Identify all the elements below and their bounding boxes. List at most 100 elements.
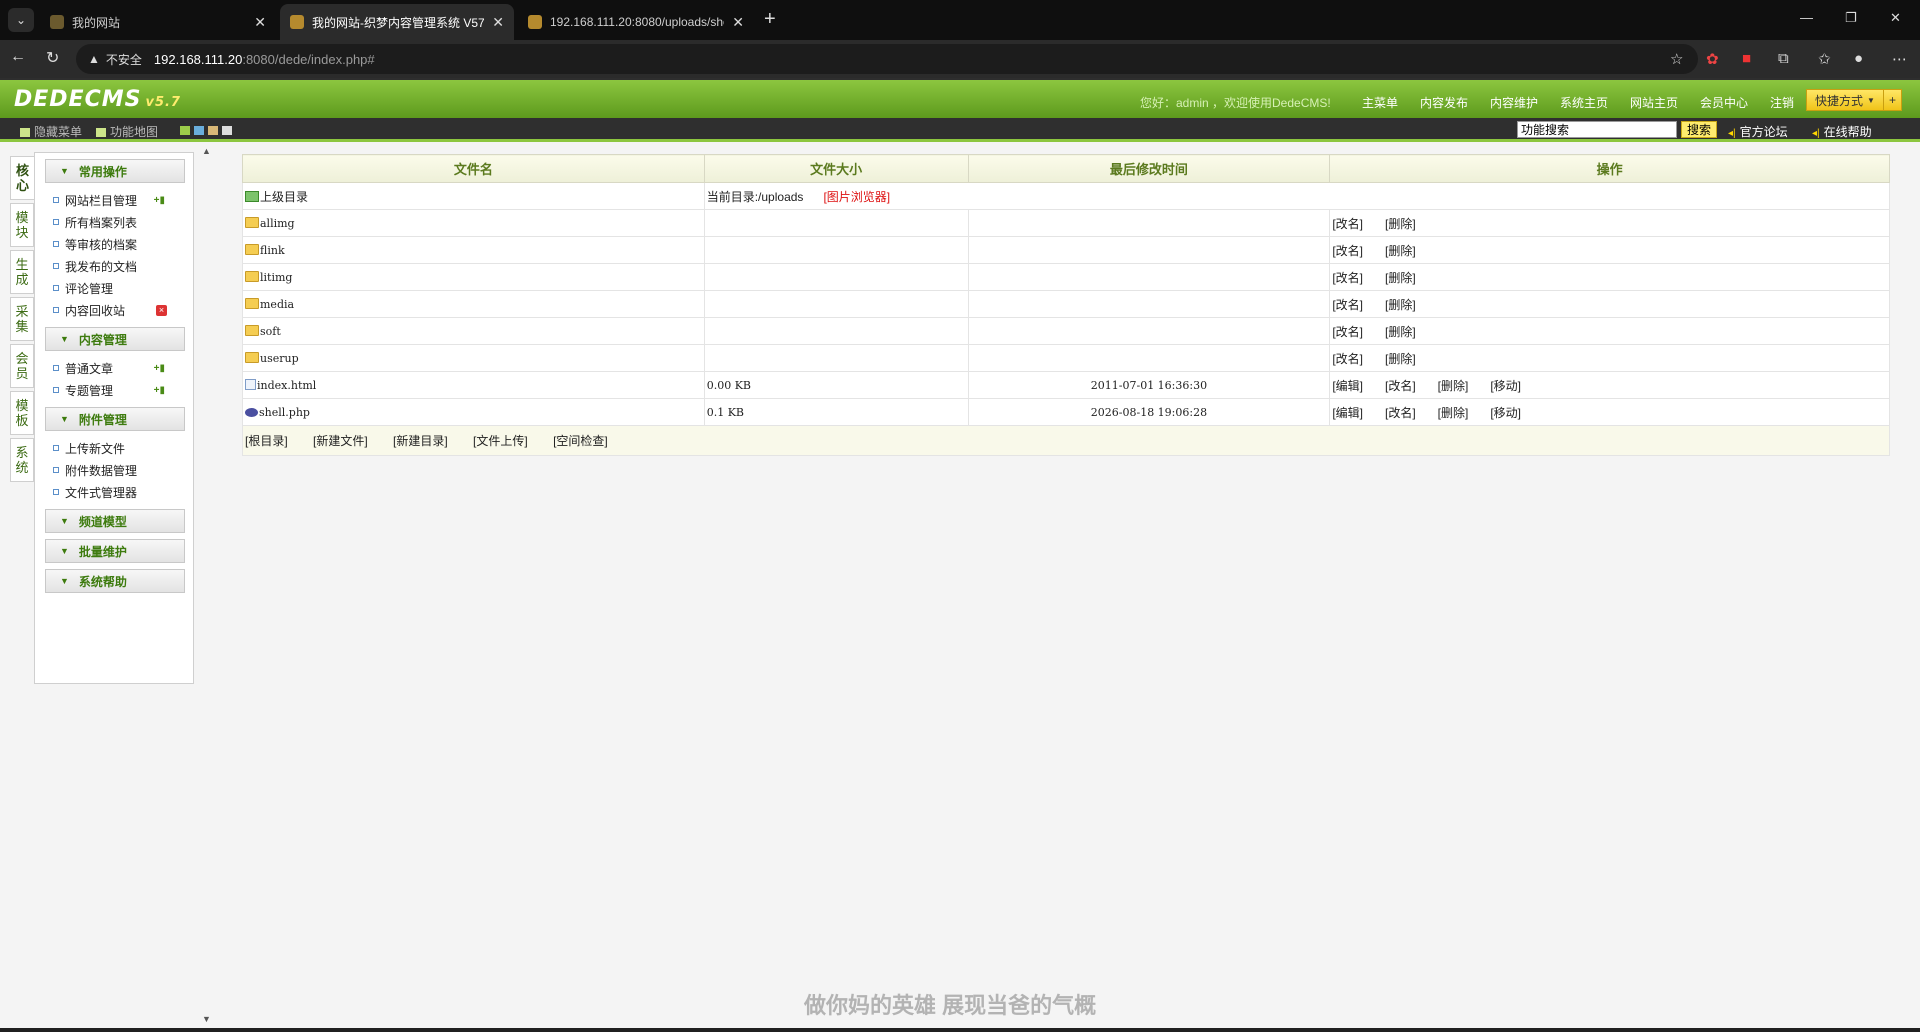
close-tab-icon[interactable]: ✕: [254, 14, 266, 31]
menu-item-recycle[interactable]: 内容回收站 ×: [35, 299, 193, 321]
quick-menu-button[interactable]: 快捷方式 ▼ +: [1806, 89, 1902, 111]
menu-item-attachment-data[interactable]: 附件数据管理: [35, 459, 193, 481]
vtab-template[interactable]: 模板: [10, 391, 34, 435]
delete-link[interactable]: [删除]: [1385, 325, 1416, 339]
file-name-cell[interactable]: media: [242, 290, 705, 318]
menu-group-content[interactable]: ▼ 内容管理: [45, 327, 185, 351]
rename-link[interactable]: [改名]: [1332, 244, 1363, 258]
file-name-cell[interactable]: allimg: [242, 209, 705, 237]
browser-tab-2[interactable]: 我的网站-织梦内容管理系统 V57_U ✕: [280, 4, 514, 40]
rename-link[interactable]: [改名]: [1332, 217, 1363, 231]
delete-link[interactable]: [删除]: [1438, 379, 1469, 393]
browser-tab-3[interactable]: 192.168.111.20:8080/uploads/shel ✕: [518, 4, 754, 40]
image-browser-link[interactable]: [图片浏览器]: [823, 190, 890, 204]
nav-member-center[interactable]: 会员中心: [1700, 94, 1748, 111]
upload-file-link[interactable]: [文件上传]: [473, 434, 528, 448]
menu-item-pending[interactable]: 等审核的档案: [35, 233, 193, 255]
menu-item-comments[interactable]: 评论管理: [35, 277, 193, 299]
vtab-module[interactable]: 模块: [10, 203, 34, 247]
add-icon[interactable]: +▮: [154, 363, 165, 374]
file-name-cell[interactable]: index.html: [242, 371, 705, 399]
restore-icon[interactable]: ❐: [1845, 10, 1857, 26]
nav-content-publish[interactable]: 内容发布: [1420, 94, 1468, 111]
theme-brown-icon[interactable]: [208, 126, 218, 135]
edit-link[interactable]: [编辑]: [1332, 406, 1363, 420]
parent-dir-link[interactable]: 上级目录: [242, 182, 705, 210]
rename-link[interactable]: [改名]: [1385, 406, 1416, 420]
move-link[interactable]: [移动]: [1490, 379, 1521, 393]
menu-group-common[interactable]: ▼ 常用操作: [45, 159, 185, 183]
menu-group-help[interactable]: ▼ 系统帮助: [45, 569, 185, 593]
delete-link[interactable]: [删除]: [1438, 406, 1469, 420]
favorites-icon[interactable]: ✩: [1818, 50, 1831, 68]
delete-link[interactable]: [删除]: [1385, 217, 1416, 231]
file-name-cell[interactable]: litimg: [242, 263, 705, 291]
delete-link[interactable]: [删除]: [1385, 271, 1416, 285]
theme-switcher[interactable]: [180, 123, 236, 137]
rename-link[interactable]: [改名]: [1332, 325, 1363, 339]
tab-list-button[interactable]: ⌄: [8, 8, 34, 32]
vtab-core[interactable]: 核心: [10, 156, 34, 200]
rename-link[interactable]: [改名]: [1332, 352, 1363, 366]
menu-item-all-archives[interactable]: 所有档案列表: [35, 211, 193, 233]
menu-item-file-manager[interactable]: 文件式管理器: [35, 481, 193, 503]
hide-menu-link[interactable]: 隐藏菜单: [20, 123, 82, 140]
search-button[interactable]: 搜索: [1681, 121, 1717, 138]
new-file-link[interactable]: [新建文件]: [313, 434, 368, 448]
close-window-icon[interactable]: ✕: [1890, 10, 1901, 26]
rename-link[interactable]: [改名]: [1332, 271, 1363, 285]
theme-gray-icon[interactable]: [222, 126, 232, 135]
theme-green-icon[interactable]: [180, 126, 190, 135]
extension-icon[interactable]: ✿: [1706, 50, 1719, 68]
theme-blue-icon[interactable]: [194, 126, 204, 135]
menu-group-attachments[interactable]: ▼ 附件管理: [45, 407, 185, 431]
back-icon[interactable]: ←: [10, 48, 26, 66]
file-name-cell[interactable]: soft: [242, 317, 705, 345]
more-menu-icon[interactable]: ⋯: [1892, 50, 1907, 68]
menu-item-category[interactable]: 网站栏目管理 +▮: [35, 189, 193, 211]
vtab-generate[interactable]: 生成: [10, 250, 34, 294]
star-icon[interactable]: ☆: [1670, 50, 1683, 68]
move-link[interactable]: [移动]: [1490, 406, 1521, 420]
scroll-up-icon[interactable]: ▲: [202, 146, 211, 156]
extension-icon[interactable]: ■: [1742, 50, 1751, 67]
nav-system-home[interactable]: 系统主页: [1560, 94, 1608, 111]
root-dir-link[interactable]: [根目录]: [245, 434, 288, 448]
file-name-cell[interactable]: flink: [242, 236, 705, 264]
menu-item-upload[interactable]: 上传新文件: [35, 437, 193, 459]
profile-avatar-icon[interactable]: ●: [1854, 50, 1863, 67]
nav-content-maintain[interactable]: 内容维护: [1490, 94, 1538, 111]
menu-item-topics[interactable]: 专题管理 +▮: [35, 379, 193, 401]
menu-item-articles[interactable]: 普通文章 +▮: [35, 357, 193, 379]
scroll-down-icon[interactable]: ▼: [202, 1014, 211, 1024]
delete-link[interactable]: [删除]: [1385, 352, 1416, 366]
nav-logout[interactable]: 注销: [1770, 94, 1794, 111]
minimize-icon[interactable]: —: [1800, 10, 1813, 25]
file-name-cell[interactable]: shell.php: [242, 398, 705, 426]
clear-recycle-icon[interactable]: ×: [156, 304, 167, 316]
vtab-collect[interactable]: 采集: [10, 297, 34, 341]
delete-link[interactable]: [删除]: [1385, 298, 1416, 312]
nav-main-menu[interactable]: 主菜单: [1362, 94, 1398, 111]
online-help-link[interactable]: ◂| 在线帮助: [1812, 123, 1872, 140]
menu-group-channel-model[interactable]: ▼ 频道模型: [45, 509, 185, 533]
function-search-input[interactable]: [1517, 121, 1677, 138]
address-bar[interactable]: ▲ 不安全 192.168.111.20 :8080/dede/index.ph…: [76, 44, 1698, 74]
delete-link[interactable]: [删除]: [1385, 244, 1416, 258]
file-name-cell[interactable]: userup: [242, 344, 705, 372]
add-icon[interactable]: +▮: [154, 195, 165, 206]
site-map-link[interactable]: 功能地图: [96, 123, 158, 140]
official-forum-link[interactable]: ◂| 官方论坛: [1728, 123, 1788, 140]
close-tab-icon[interactable]: ✕: [492, 14, 504, 31]
space-check-link[interactable]: [空间检查]: [553, 434, 608, 448]
close-tab-icon[interactable]: ✕: [732, 14, 744, 31]
rename-link[interactable]: [改名]: [1332, 298, 1363, 312]
puzzle-icon[interactable]: ⧉: [1778, 50, 1789, 67]
add-icon[interactable]: +▮: [154, 385, 165, 396]
new-tab-icon[interactable]: +: [764, 8, 776, 31]
quick-add-button[interactable]: +: [1883, 90, 1901, 110]
reload-icon[interactable]: ↻: [46, 48, 59, 68]
new-dir-link[interactable]: [新建目录]: [393, 434, 448, 448]
rename-link[interactable]: [改名]: [1385, 379, 1416, 393]
menu-item-my-docs[interactable]: 我发布的文档: [35, 255, 193, 277]
